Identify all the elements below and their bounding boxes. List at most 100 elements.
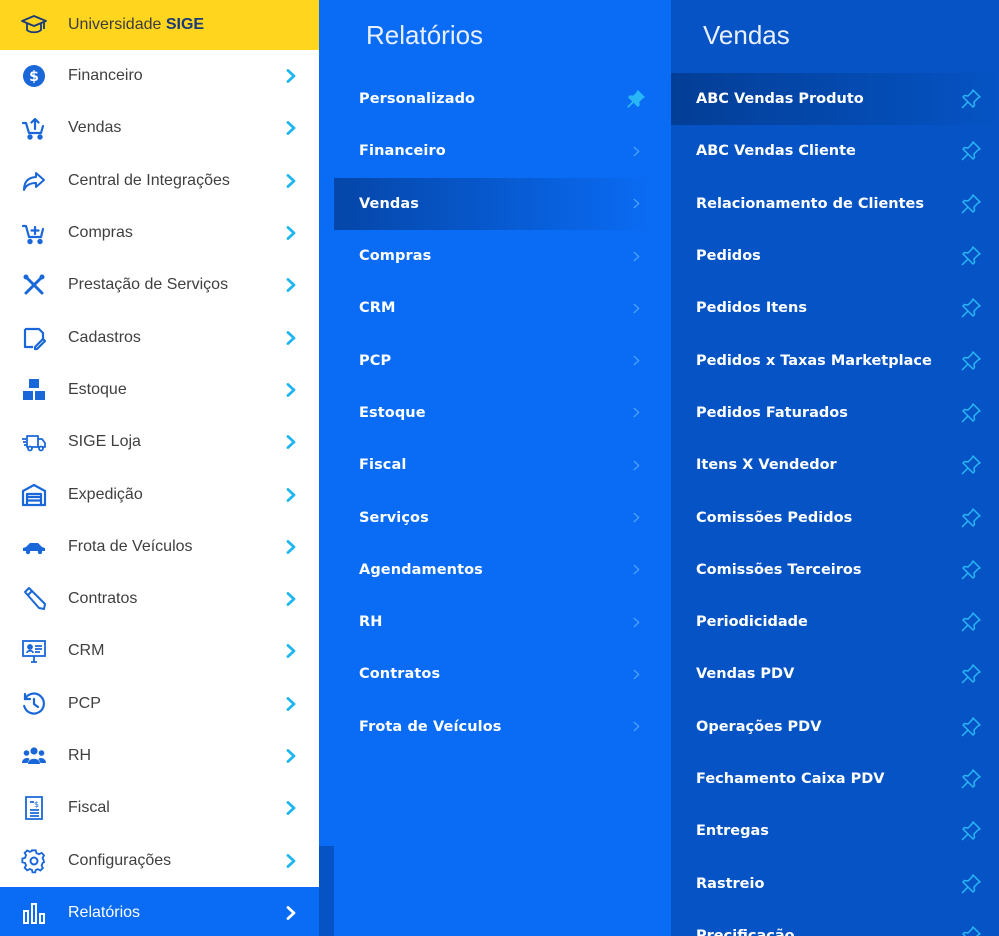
pin-outline-icon[interactable] <box>943 872 999 896</box>
sidebar-item-cadastros[interactable]: Cadastros <box>0 311 319 363</box>
pin-outline-icon[interactable] <box>943 453 999 477</box>
sidebar-item-central-de-integracoes[interactable]: Central de Integrações <box>0 155 319 207</box>
sidebar-item-compras[interactable]: Compras <box>0 207 319 259</box>
reports-item-pcp[interactable]: PCP <box>334 334 656 386</box>
reports-item-label: Compras <box>359 248 432 265</box>
chevron-right-icon <box>285 278 319 293</box>
brand-text: Universidade SIGE <box>68 16 204 34</box>
sales-report-comissoes-pedidos[interactable]: Comissões Pedidos <box>671 491 999 543</box>
reports-item-label: Fiscal <box>359 457 407 474</box>
dollar-icon: $ <box>0 63 68 89</box>
sales-report-label: Comissões Terceiros <box>696 561 862 578</box>
sidebar-item-contratos[interactable]: Contratos <box>0 573 319 625</box>
sidebar-item-crm[interactable]: CRM <box>0 625 319 677</box>
sidebar-item-pcp[interactable]: PCP <box>0 678 319 730</box>
reports-item-rh[interactable]: RH <box>334 596 656 648</box>
chevron-right-icon <box>616 720 656 733</box>
sidebar-item-financeiro[interactable]: $ Financeiro <box>0 50 319 102</box>
sidebar-item-label: Central de Integrações <box>68 171 230 189</box>
sales-report-label: Periodicidade <box>696 614 808 631</box>
pin-outline-icon[interactable] <box>943 506 999 530</box>
sales-report-pedidos-faturados[interactable]: Pedidos Faturados <box>671 387 999 439</box>
pin-outline-icon[interactable] <box>943 924 999 936</box>
sales-report-comissoes-terceiros[interactable]: Comissões Terceiros <box>671 544 999 596</box>
pin-outline-icon[interactable] <box>943 715 999 739</box>
sales-report-label: Pedidos x Taxas Marketplace <box>696 352 932 369</box>
sales-report-fechamento-caixa-pdv[interactable]: Fechamento Caixa PDV <box>671 753 999 805</box>
pin-outline-icon[interactable] <box>943 244 999 268</box>
reports-item-label: Estoque <box>359 404 426 421</box>
sidebar-item-relatorios[interactable]: Relatórios <box>0 886 319 936</box>
reports-item-financeiro[interactable]: Financeiro <box>334 125 656 177</box>
sales-report-vendas-pdv[interactable]: Vendas PDV <box>671 648 999 700</box>
pin-outline-icon[interactable] <box>943 296 999 320</box>
sidebar-item-configuracoes[interactable]: Configurações <box>0 834 319 886</box>
pin-outline-icon[interactable] <box>943 192 999 216</box>
chevron-right-icon <box>285 173 319 188</box>
sales-report-relacionamento-de-clientes[interactable]: Relacionamento de Clientes <box>671 178 999 230</box>
sales-report-operacoes-pdv[interactable]: Operações PDV <box>671 701 999 753</box>
reports-item-label: CRM <box>359 300 396 317</box>
pen-icon <box>0 586 68 612</box>
universidade-sige-link[interactable]: Universidade SIGE <box>0 0 319 50</box>
reports-item-compras[interactable]: Compras <box>334 230 656 282</box>
reports-item-agendamentos[interactable]: Agendamentos <box>334 544 656 596</box>
sidebar-item-label: Cadastros <box>68 328 141 346</box>
reports-item-label: Contratos <box>359 666 441 683</box>
boxes-icon <box>0 377 68 403</box>
sidebar-item-vendas[interactable]: Vendas <box>0 102 319 154</box>
reports-item-personalizado[interactable]: Personalizado <box>334 73 656 125</box>
pin-icon[interactable] <box>616 88 656 110</box>
sales-report-entregas[interactable]: Entregas <box>671 805 999 857</box>
sidebar-item-rh[interactable]: RH <box>0 730 319 782</box>
sales-reports-list: ABC Vendas Produto ABC Vendas Cliente Rela… <box>671 73 999 936</box>
sales-report-pedidos-x-taxas-marketplace[interactable]: Pedidos x Taxas Marketplace <box>671 334 999 386</box>
reports-item-label: RH <box>359 614 383 631</box>
svg-text:$: $ <box>34 800 39 809</box>
reports-item-label: Personalizado <box>359 91 476 108</box>
chevron-right-icon <box>616 302 656 315</box>
reports-item-label: Agendamentos <box>359 561 483 578</box>
pin-outline-icon[interactable] <box>943 139 999 163</box>
sales-report-label: ABC Vendas Cliente <box>696 143 856 160</box>
pin-outline-icon[interactable] <box>943 349 999 373</box>
pin-outline-icon[interactable] <box>943 558 999 582</box>
sidebar-item-estoque[interactable]: Estoque <box>0 364 319 416</box>
reports-item-estoque[interactable]: Estoque <box>334 387 656 439</box>
reports-item-label: Vendas <box>359 195 419 212</box>
sidebar-item-label: Financeiro <box>68 67 143 85</box>
reports-item-vendas[interactable]: Vendas <box>334 177 656 230</box>
reports-item-servicos[interactable]: Serviços <box>334 491 656 543</box>
pin-outline-icon[interactable] <box>943 610 999 634</box>
pin-outline-icon[interactable] <box>943 819 999 843</box>
sales-report-abc-vendas-produto[interactable]: ABC Vendas Produto <box>671 73 999 126</box>
sidebar-item-prestacao-de-servicos[interactable]: Prestação de Serviços <box>0 259 319 311</box>
sidebar-item-sige-loja[interactable]: SIGE Loja <box>0 416 319 468</box>
sales-report-itens-x-vendedor[interactable]: Itens X Vendedor <box>671 439 999 491</box>
sales-report-periodicidade[interactable]: Periodicidade <box>671 596 999 648</box>
sales-report-label: Pedidos <box>696 248 761 265</box>
chevron-right-icon <box>285 749 319 763</box>
sidebar-item-fiscal[interactable]: $ Fiscal <box>0 782 319 834</box>
sidebar-item-expedicao[interactable]: Expedição <box>0 468 319 520</box>
pin-outline-icon[interactable] <box>943 662 999 686</box>
chevron-right-icon <box>616 459 656 472</box>
pin-outline-icon[interactable] <box>943 87 999 111</box>
reports-item-contratos[interactable]: Contratos <box>334 648 656 700</box>
sidebar-item-frota-de-veiculos[interactable]: Frota de Veículos <box>0 521 319 573</box>
sidebar-item-label: RH <box>68 747 92 764</box>
sales-report-pedidos-itens[interactable]: Pedidos Itens <box>671 282 999 334</box>
sales-report-abc-vendas-cliente[interactable]: ABC Vendas Cliente <box>671 125 999 177</box>
reports-item-frota-de-veiculos[interactable]: Frota de Veículos <box>334 701 656 753</box>
sales-report-pedidos[interactable]: Pedidos <box>671 230 999 282</box>
chevron-right-icon <box>285 330 319 345</box>
chevron-right-icon <box>616 197 656 210</box>
reports-item-crm[interactable]: CRM <box>334 282 656 334</box>
pin-outline-icon[interactable] <box>943 401 999 425</box>
sales-report-precificacao[interactable]: Precificação <box>671 910 999 936</box>
reports-item-fiscal[interactable]: Fiscal <box>334 439 656 491</box>
pin-outline-icon[interactable] <box>943 767 999 791</box>
sidebar-list: $ Financeiro Vendas Central de Integrações C… <box>0 50 319 936</box>
cart-up-icon <box>0 115 68 141</box>
sales-report-rastreio[interactable]: Rastreio <box>671 857 999 909</box>
